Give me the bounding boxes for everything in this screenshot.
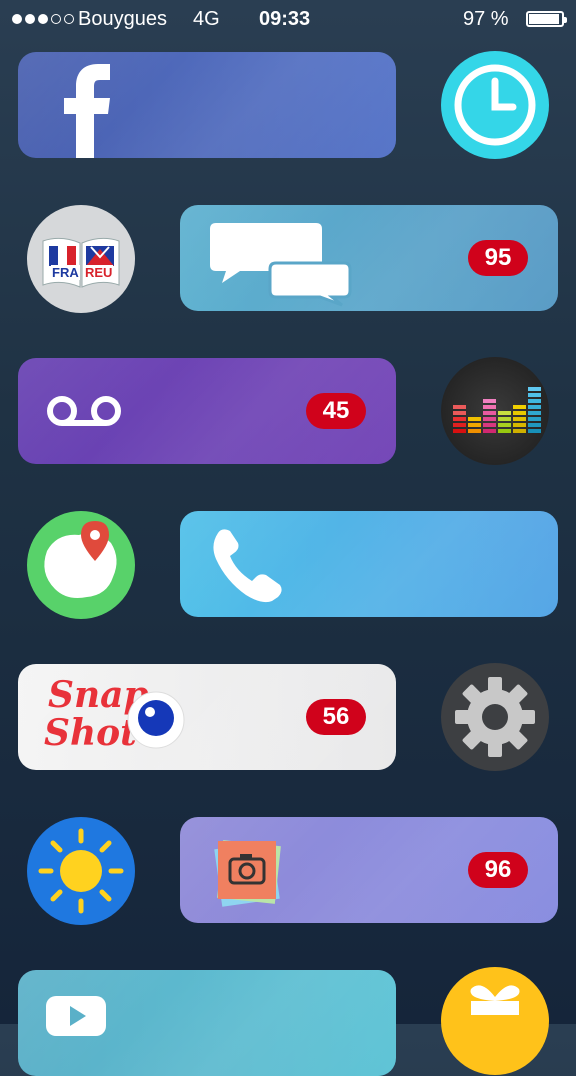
- photos-badge: 96: [468, 852, 528, 888]
- equalizer-icon: [453, 387, 541, 433]
- gift-app-icon[interactable]: [441, 967, 549, 1075]
- phone-icon: [213, 529, 282, 603]
- snapshot-badge: 56: [306, 699, 366, 735]
- camera-icon: [214, 840, 281, 907]
- dictionary-icon: [42, 237, 120, 288]
- clock-icon: [454, 64, 536, 146]
- snapshot-tile[interactable]: Snap Shot 56: [18, 664, 396, 770]
- video-tile[interactable]: [18, 970, 396, 1076]
- dictionary-app-icon[interactable]: FRA REU: [27, 205, 135, 313]
- messages-tile[interactable]: 95: [180, 205, 558, 311]
- voicemail-badge: 45: [306, 393, 366, 429]
- battery-percent: 97 %: [463, 8, 509, 30]
- gift-icon: [470, 985, 520, 1015]
- photos-tile[interactable]: 96: [180, 817, 558, 923]
- phone-tile[interactable]: [180, 511, 558, 617]
- lens-icon: [127, 691, 185, 749]
- snapshot-title-line2: Shot: [44, 712, 137, 754]
- network-label: 4G: [193, 8, 220, 30]
- play-icon: [46, 996, 106, 1036]
- dictionary-left-label: FRA: [51, 265, 80, 280]
- voicemail-icon: [47, 396, 121, 426]
- snapshot-icon: Snap Shot: [44, 674, 194, 764]
- facebook-tile[interactable]: [18, 52, 396, 158]
- speech-bubbles-icon: [210, 223, 352, 307]
- gear-icon: [455, 677, 535, 757]
- sun-icon: [38, 828, 124, 914]
- settings-app-icon[interactable]: [441, 663, 549, 771]
- clock-app-icon[interactable]: [441, 51, 549, 159]
- map-pin-icon: [44, 521, 117, 598]
- dictionary-right-label: REU: [84, 265, 114, 280]
- weather-app-icon[interactable]: [27, 817, 135, 925]
- clock-time: 09:33: [259, 8, 311, 30]
- status-bar: Bouygues 4G 09:33 97 %: [0, 0, 576, 40]
- carrier-label: Bouygues: [78, 8, 167, 30]
- messages-badge: 95: [468, 240, 528, 276]
- signal-strength-icon: [12, 14, 74, 24]
- deezer-app-icon[interactable]: [441, 357, 549, 465]
- facebook-icon: [64, 64, 110, 158]
- battery-icon: [526, 11, 567, 27]
- voicemail-tile[interactable]: 45: [18, 358, 396, 464]
- maps-app-icon[interactable]: [27, 511, 135, 619]
